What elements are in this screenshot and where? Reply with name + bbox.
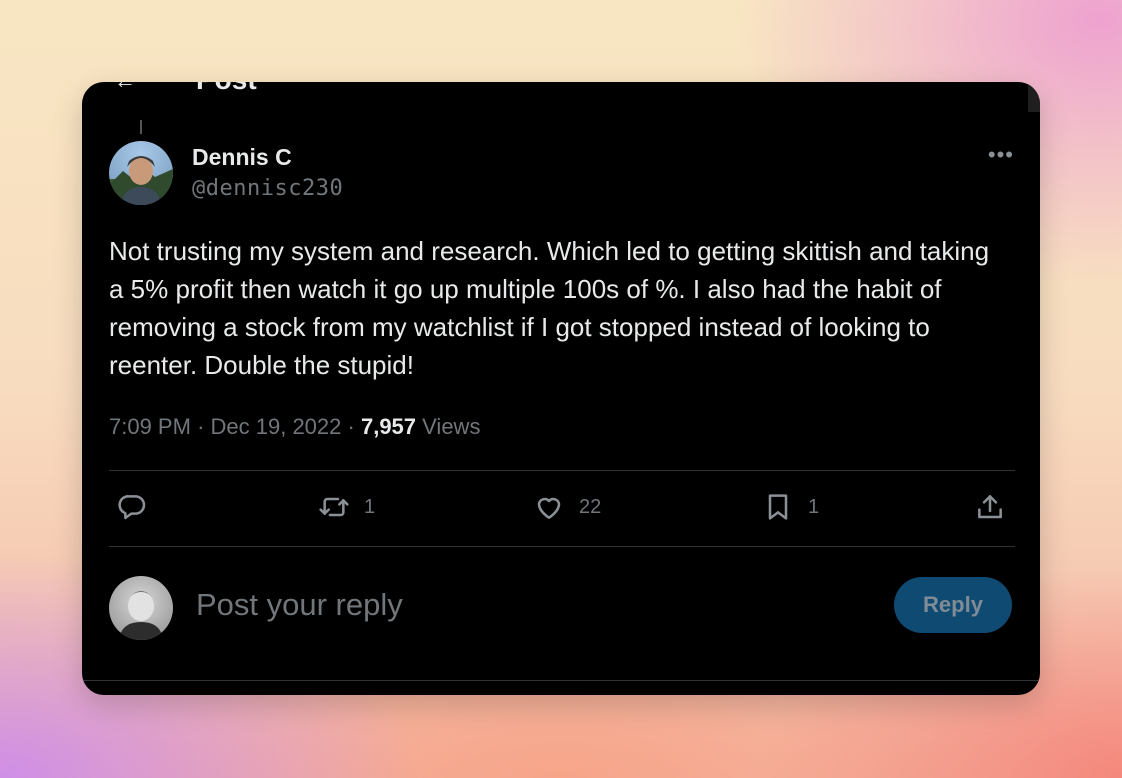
tweet-text: Not trusting my system and research. Whi…: [109, 236, 990, 380]
bookmark-button[interactable]: 1: [762, 490, 819, 524]
divider: [82, 680, 1040, 681]
retweet-icon: [319, 497, 349, 517]
share-button[interactable]: [974, 490, 1006, 524]
bookmark-count: 1: [808, 495, 820, 518]
arrow-left-icon[interactable]: ←: [114, 82, 136, 94]
tweet-time[interactable]: 7:09 PM: [109, 414, 191, 439]
post-card: ← Post Dennis C @dennisc230 ••• Not trus…: [82, 82, 1040, 695]
retweet-count: 1: [364, 495, 376, 518]
tweet-date[interactable]: Dec 19, 2022: [211, 414, 342, 439]
tweet-meta: 7:09 PM · Dec 19, 2022 · 7,957 Views: [109, 414, 480, 440]
reply-input[interactable]: [194, 582, 758, 628]
divider: [109, 546, 1015, 547]
reply-button[interactable]: Reply: [894, 577, 1012, 633]
divider: [109, 470, 1015, 471]
retweet-button[interactable]: 1: [318, 490, 375, 524]
bookmark-icon: [768, 494, 788, 520]
author-name[interactable]: Dennis C: [192, 144, 292, 171]
reply-action-button[interactable]: [116, 490, 148, 524]
author-avatar[interactable]: [109, 141, 173, 205]
user-avatar[interactable]: [109, 576, 173, 640]
scrollbar[interactable]: [1028, 82, 1040, 112]
share-icon: [978, 495, 1002, 519]
post-header: ← Post: [82, 82, 1040, 112]
meta-separator: ·: [197, 414, 205, 439]
heart-icon: [537, 497, 561, 519]
more-icon[interactable]: •••: [988, 142, 1014, 168]
author-handle[interactable]: @dennisc230: [192, 176, 343, 201]
reply-icon: [118, 495, 146, 520]
page-title: Post: [196, 82, 257, 96]
meta-separator: ·: [347, 414, 355, 439]
views-label: Views: [422, 414, 481, 439]
thread-connector: [140, 120, 142, 134]
views-count: 7,957: [360, 414, 417, 439]
like-button[interactable]: 22: [533, 490, 601, 524]
like-count: 22: [579, 495, 602, 518]
